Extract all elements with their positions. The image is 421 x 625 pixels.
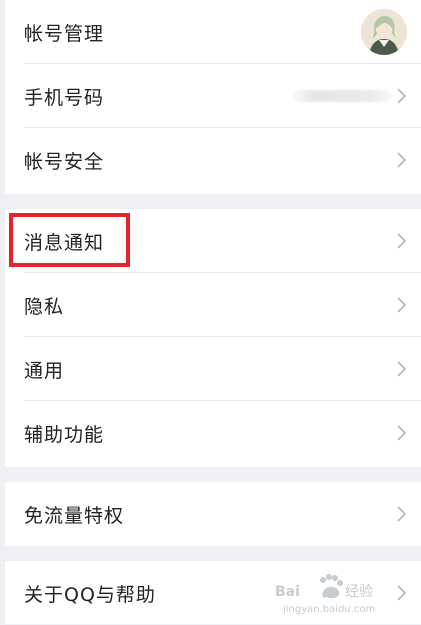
chevron-right-icon [396,232,407,250]
phone-number-row[interactable]: 手机号码 [5,64,421,128]
traffic-group: 免流量特权 [5,482,421,546]
chevron-right-icon [396,87,407,105]
chevron-right-icon [396,584,407,602]
chevron-right-icon [396,424,407,442]
account-security-label: 帐号安全 [24,150,105,173]
chevron-right-icon [396,151,407,169]
about-help-label: 关于QQ与帮助 [24,583,156,606]
general-label: 通用 [24,359,65,382]
account-security-row[interactable]: 帐号安全 [5,128,421,192]
privacy-row[interactable]: 隐私 [5,273,421,337]
phone-number-label: 手机号码 [24,86,105,109]
account-management-row[interactable]: 帐号管理 [5,0,421,64]
general-row[interactable]: 通用 [5,337,421,401]
svg-text:Bai: Bai [275,584,300,600]
free-traffic-label: 免流量特权 [24,504,125,527]
accessibility-label: 辅助功能 [24,423,105,446]
svg-text:经验: 经验 [345,584,373,600]
chevron-right-icon [396,505,407,523]
free-traffic-row[interactable]: 免流量特权 [5,482,421,546]
blurred-phone-number [293,90,391,102]
highlight-box [9,213,130,267]
account-group: 帐号管理 手机号码 帐号安全 [5,0,421,194]
accessibility-row[interactable]: 辅助功能 [5,401,421,465]
baidu-watermark: Bai 经验 jingyan.baidu.com [271,572,391,616]
watermark-sub: jingyan.baidu.com [282,604,375,615]
chevron-right-icon [396,360,407,378]
avatar[interactable] [361,9,407,55]
privacy-label: 隐私 [24,295,65,318]
chevron-right-icon [396,296,407,314]
account-management-label: 帐号管理 [24,22,105,45]
